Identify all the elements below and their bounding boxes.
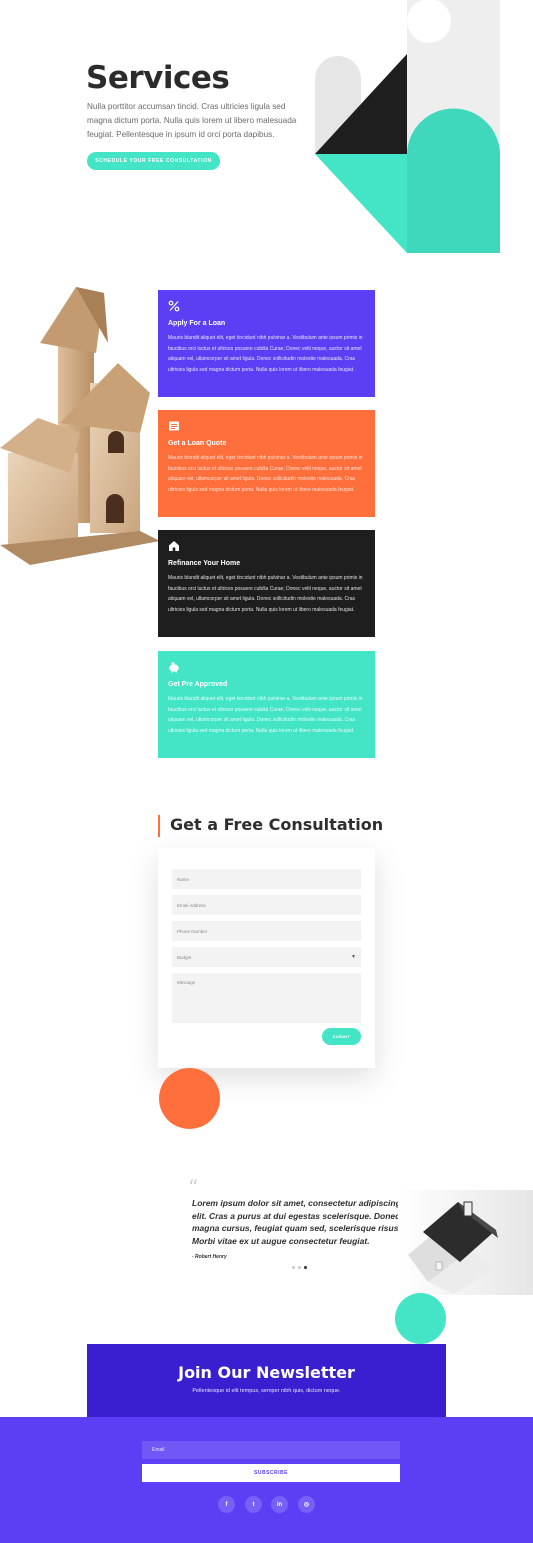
service-card-loan-quote[interactable]: Get a Loan Quote Mauris blandit aliquet … <box>158 410 375 517</box>
service-card-body: Mauris blandit aliquet elit, eget tincid… <box>168 335 363 373</box>
consultation-form: Name Email Address Phone Number Budget ▼… <box>158 848 375 1068</box>
quote-icon: “ <box>188 1175 199 1199</box>
document-icon <box>169 421 179 431</box>
chevron-down-icon: ▼ <box>351 954 356 960</box>
budget-select[interactable]: Budget ▼ <box>172 947 361 967</box>
piggy-bank-icon <box>169 662 179 673</box>
service-card-title: Apply For a Loan <box>168 320 226 327</box>
twitter-icon[interactable]: t <box>245 1496 262 1513</box>
instagram-icon[interactable]: ◎ <box>298 1496 315 1513</box>
wooden-house-image <box>0 287 160 565</box>
newsletter-email-input[interactable]: Email <box>142 1441 400 1459</box>
model-house-image <box>398 1190 533 1295</box>
schedule-consultation-button[interactable]: SCHEDULE YOUR FREE CONSULTATION <box>87 152 220 170</box>
testimonial-quote: Lorem ipsum dolor sit amet, consectetur … <box>192 1198 410 1246</box>
testimonial-author: - Robert Henry <box>192 1254 227 1260</box>
service-card-body: Mauris blandit aliquet elit, eget tincid… <box>168 455 363 493</box>
service-card-refinance[interactable]: Refinance Your Home Mauris blandit aliqu… <box>158 530 375 637</box>
hero-description: Nulla porttitor accumsan tincid. Cras ul… <box>87 102 297 139</box>
hero-geometric-illustration <box>315 0 500 254</box>
facebook-icon[interactable]: f <box>218 1496 235 1513</box>
newsletter-subtitle: Pellentesque id elit tempus, semper nibh… <box>192 1388 341 1394</box>
service-card-pre-approved[interactable]: Get Pre Approved Mauris blandit aliquet … <box>158 651 375 758</box>
subscribe-button[interactable]: SUBSCRIBE <box>142 1464 400 1482</box>
slider-dots <box>292 1266 312 1270</box>
slider-dot[interactable] <box>292 1266 295 1269</box>
service-card-title: Get a Loan Quote <box>168 440 227 447</box>
percent-icon <box>168 300 180 312</box>
decorative-orange-circle <box>159 1068 220 1129</box>
service-card-apply-loan[interactable]: Apply For a Loan Mauris blandit aliquet … <box>158 290 375 397</box>
service-card-title: Get Pre Approved <box>168 681 228 688</box>
section-accent-bar <box>158 815 160 837</box>
page-title: Services <box>86 60 230 96</box>
service-card-body: Mauris blandit aliquet elit, eget tincid… <box>168 575 363 613</box>
service-card-title: Refinance Your Home <box>168 560 241 567</box>
slider-dot-active[interactable] <box>304 1266 307 1269</box>
linkedin-icon[interactable]: in <box>271 1496 288 1513</box>
phone-field[interactable]: Phone Number <box>172 921 361 941</box>
message-field[interactable]: Message <box>172 973 361 1023</box>
budget-select-label: Budget <box>177 954 192 960</box>
newsletter-title: Join Our Newsletter <box>178 1363 355 1382</box>
submit-button[interactable]: SUBMIT <box>322 1028 361 1045</box>
consultation-title: Get a Free Consultation <box>170 815 384 834</box>
email-field[interactable]: Email Address <box>172 895 361 915</box>
name-field[interactable]: Name <box>172 869 361 889</box>
home-icon <box>169 541 179 551</box>
service-card-body: Mauris blandit aliquet elit, eget tincid… <box>168 696 363 734</box>
slider-dot[interactable] <box>298 1266 301 1269</box>
decorative-teal-circle <box>395 1293 446 1344</box>
